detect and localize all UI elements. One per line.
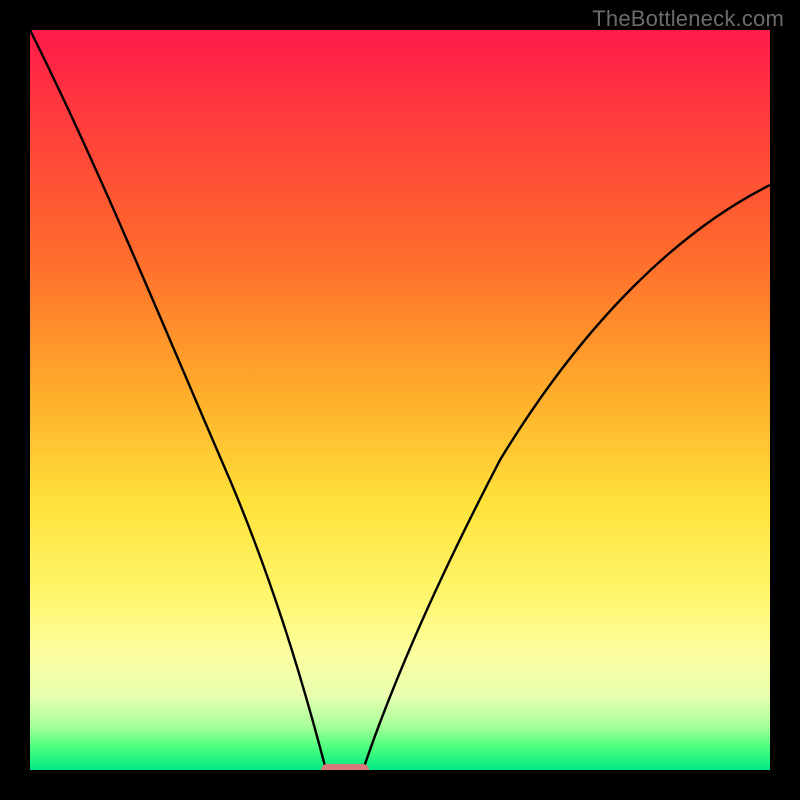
optimal-range-marker [321, 764, 369, 770]
chart-frame: TheBottleneck.com [0, 0, 800, 800]
right-bottleneck-curve [363, 185, 770, 770]
curve-layer [30, 30, 770, 770]
plot-area [30, 30, 770, 770]
left-bottleneck-curve [30, 30, 326, 770]
watermark-text: TheBottleneck.com [592, 6, 784, 32]
